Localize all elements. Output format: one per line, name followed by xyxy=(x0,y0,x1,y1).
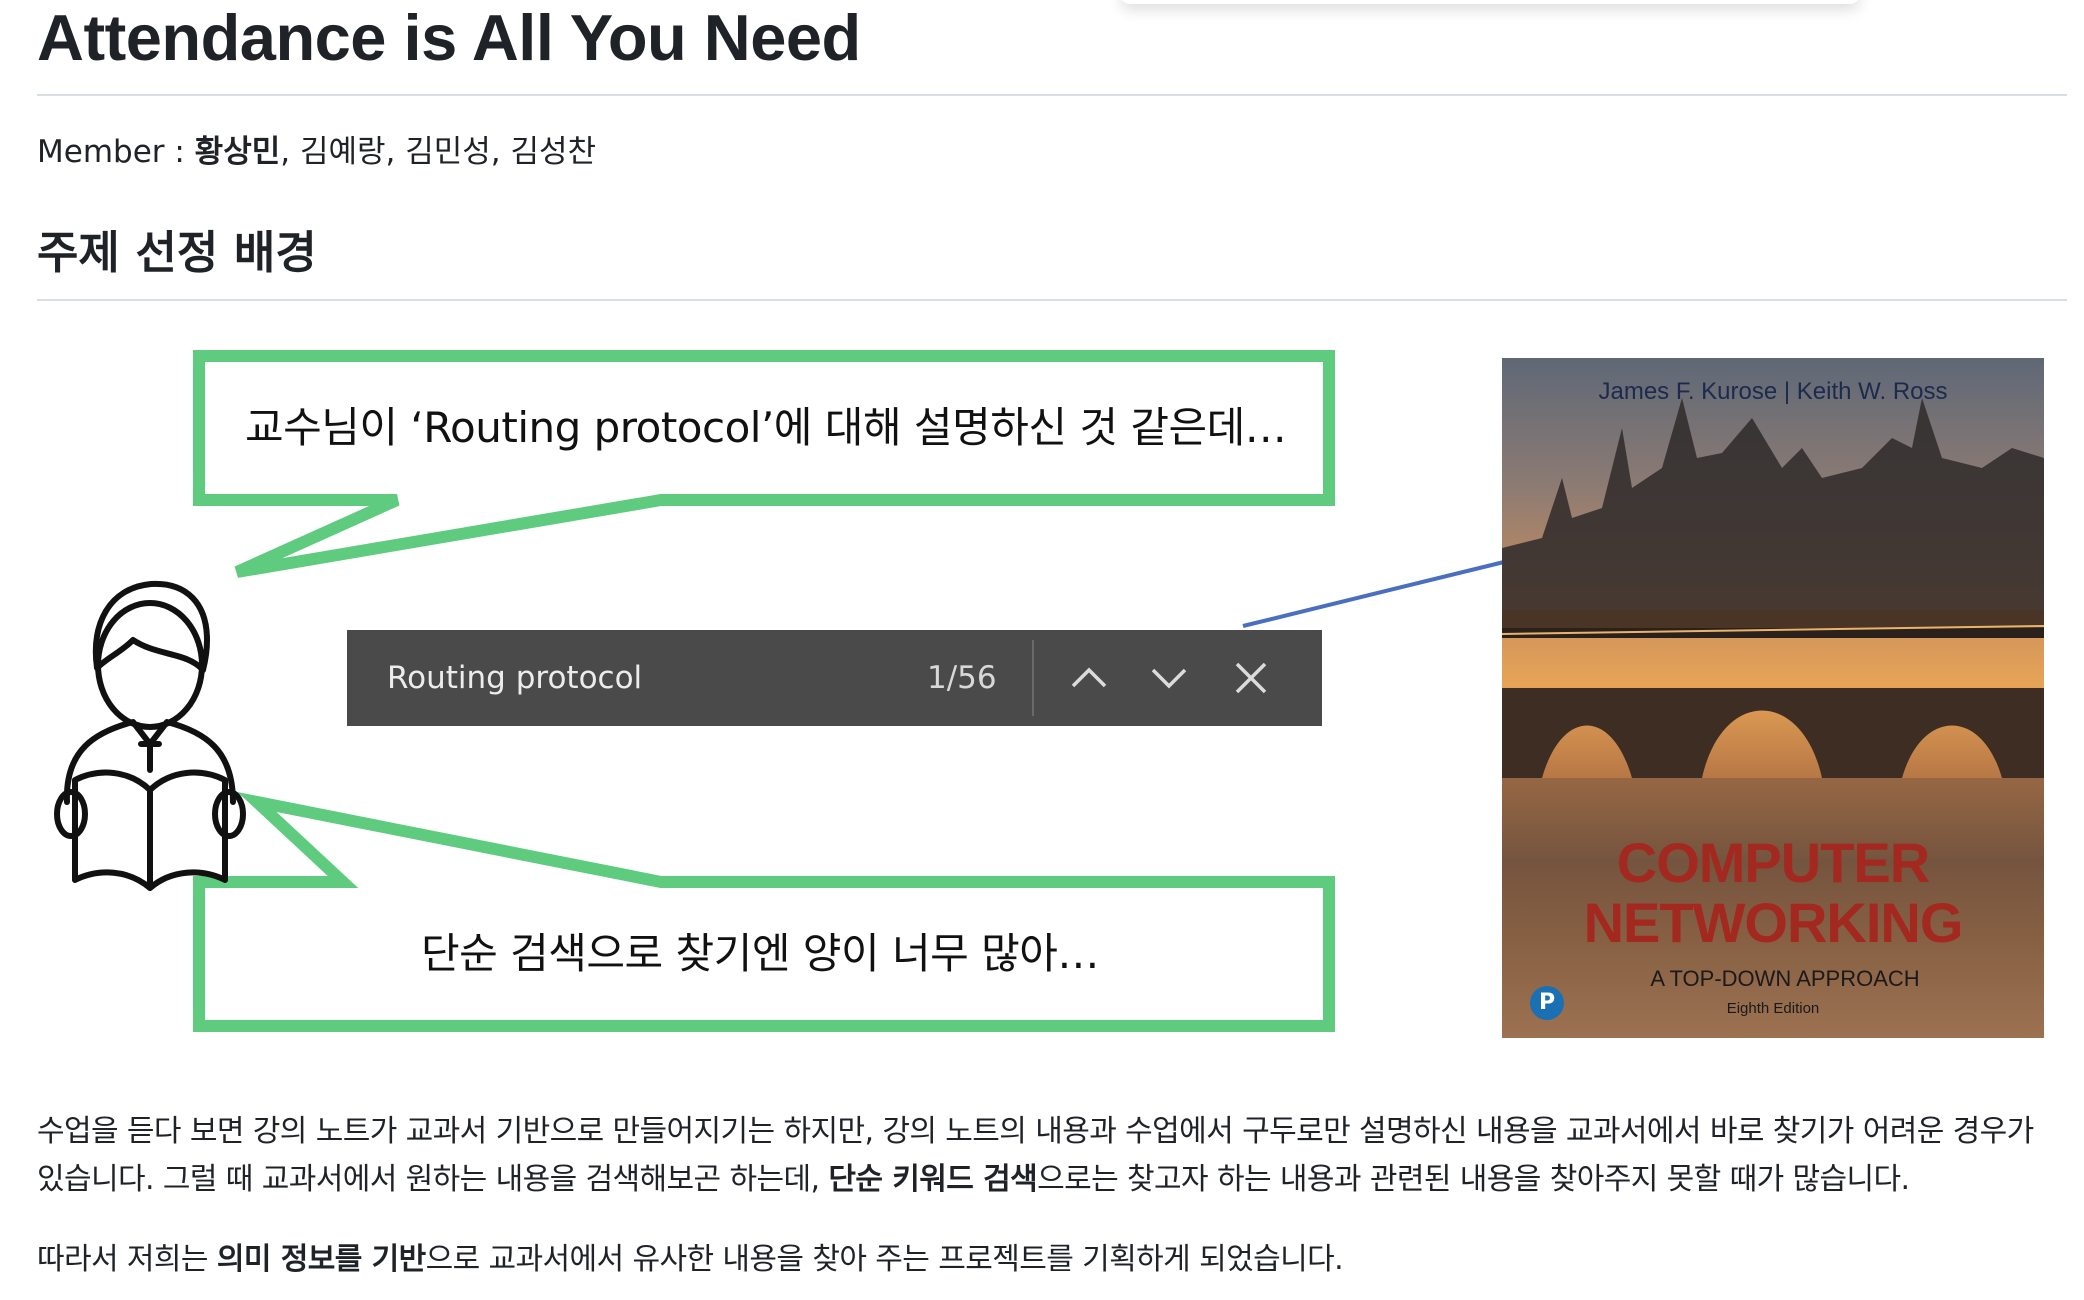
paragraph-plan: 따라서 저희는 의미 정보를 기반으로 교과서에서 유사한 내용을 찾아 주는 … xyxy=(37,1236,2067,1284)
search-separator xyxy=(1032,640,1034,716)
book-title-line-1: COMPUTER xyxy=(1616,831,1930,894)
paragraph-1-bold: 단순 키워드 검색 xyxy=(828,1162,1038,1197)
find-in-page-bar: Routing protocol 1/56 xyxy=(347,630,1322,726)
section-divider xyxy=(37,299,2067,301)
chevron-up-icon[interactable] xyxy=(1067,656,1111,700)
paragraph-1-text-b: 으로는 찾고자 하는 내용과 관련된 내용을 찾아주지 못할 때가 많습니다. xyxy=(1037,1162,1910,1197)
background-illustration: 교수님이 ‘Routing protocol’에 대해 설명하신 것 같은데… … xyxy=(37,340,2077,1060)
book-author-separator: | xyxy=(1783,378,1791,405)
paragraph-2-bold: 의미 정보를 기반 xyxy=(216,1242,426,1277)
bubble-bottom-shape xyxy=(193,792,1335,1032)
book-edition: Eighth Edition xyxy=(1726,1000,1820,1017)
search-query[interactable]: Routing protocol xyxy=(387,652,642,704)
bubble-top-shape xyxy=(193,350,1335,578)
book-subtitle: A TOP-DOWN APPROACH xyxy=(1650,966,1920,991)
paragraph-motivation: 수업을 듣다 보면 강의 노트가 교과서 기반으로 만들어지기는 하지만, 강의… xyxy=(37,1108,2067,1204)
chevron-down-icon[interactable] xyxy=(1147,656,1191,700)
paragraph-2-text-a: 따라서 저희는 xyxy=(37,1242,217,1277)
bubble-bottom-text: 단순 검색으로 찾기엔 양이 너무 많아… xyxy=(421,929,1099,978)
page-title: Attendance is All You Need xyxy=(37,1,861,74)
book-author-1: James F. Kurose xyxy=(1598,378,1778,405)
search-match-count: 1/56 xyxy=(927,660,997,696)
members-label: Member : xyxy=(37,134,195,170)
student-reading-icon xyxy=(54,580,246,891)
bubble-top-text: 교수님이 ‘Routing protocol’에 대해 설명하신 것 같은데… xyxy=(245,403,1287,452)
members-lead: 황상민 xyxy=(194,134,281,170)
paragraph-2-text-b: 으로 교과서에서 유사한 내용을 찾아 주는 프로젝트를 기획하게 되었습니다. xyxy=(425,1242,1344,1277)
textbook-cover: James F. Kurose | Keith W. Ross COMPUTER… xyxy=(1502,358,2044,1038)
book-title-line-2: NETWORKING xyxy=(1583,891,1964,954)
book-author-2: Keith W. Ross xyxy=(1796,378,1948,405)
book-authors: James F. Kurose | Keith W. Ross xyxy=(1502,378,2044,406)
member-list: Member : 황상민, 김예랑, 김민성, 김성찬 xyxy=(37,130,596,174)
close-icon[interactable] xyxy=(1229,656,1273,700)
section-title: 주제 선정 배경 xyxy=(37,226,317,279)
members-rest: , 김예랑, 김민성, 김성찬 xyxy=(280,134,597,170)
title-divider xyxy=(37,94,2067,96)
publisher-logo-icon: P xyxy=(1530,986,1564,1020)
